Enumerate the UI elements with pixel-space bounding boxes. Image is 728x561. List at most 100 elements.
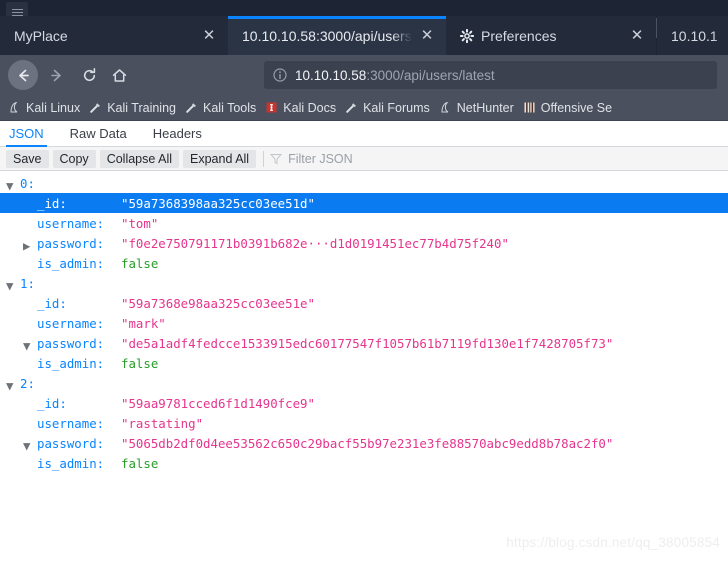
expand-toggle-icon [23, 418, 33, 428]
json-key: _id: [37, 195, 67, 211]
tab-close-icon[interactable]: ✕ [626, 25, 648, 47]
expand-toggle-icon[interactable]: ▼ [6, 278, 16, 293]
url-bar[interactable]: 10.10.10.58:3000/api/users/latest [264, 61, 717, 89]
copy-button[interactable]: Copy [52, 149, 96, 168]
expand-toggle-icon[interactable]: ▼ [23, 438, 33, 453]
json-array-index-row[interactable]: ▼ 2: [0, 373, 728, 394]
json-field-row[interactable]: is_admin: false [0, 453, 728, 473]
url-host: 10.10.10.58 [295, 67, 367, 83]
bookmark-label: Offensive Se [540, 100, 613, 115]
bookmark-item-4[interactable]: Kali Forums [343, 101, 437, 115]
json-value: "5065db2df0d4ee53562c650c29bacf55b97e231… [121, 435, 614, 451]
json-field-row[interactable]: _id: "59a7368398aa325cc03ee51d" [0, 193, 728, 213]
bookmark-label: Kali Training [107, 100, 176, 115]
bookmark-item-3[interactable]: Kali Docs [263, 101, 343, 115]
json-key: username: [37, 215, 105, 231]
json-content: ▼ 0: _id: "59a7368398aa325cc03ee51d" usernam… [0, 171, 728, 473]
expand-toggle-icon[interactable]: ▶ [23, 238, 33, 253]
json-array-index-row[interactable]: ▼ 1: [0, 273, 728, 294]
collapse-all-button[interactable]: Collapse All [99, 149, 180, 168]
json-tab-raw-data[interactable]: Raw Data [70, 121, 140, 147]
expand-toggle-icon[interactable]: ▼ [23, 338, 33, 353]
tab-strip: MyPlace ✕ 10.10.10.58:3000/api/users/✕ Pref… [0, 0, 728, 55]
bookmark-item-6[interactable]: Offensive Se [521, 101, 619, 115]
expand-toggle-icon [23, 398, 33, 408]
kali-dragon-icon [10, 101, 18, 113]
browser-tab-3[interactable]: 10.10.1 [657, 16, 728, 55]
json-viewer-toolbar: Save Copy Collapse All Expand All Filter… [0, 147, 728, 171]
wrench-icon [186, 103, 196, 113]
wrench-icon [346, 103, 357, 113]
json-value: "59aa9781cced6f1d1490fce9" [121, 395, 315, 411]
json-field-row[interactable]: username: "tom" [0, 213, 728, 233]
json-value: "f0e2e750791171b0391b682e···d1d0191451ec… [121, 235, 509, 251]
json-array-index-row[interactable]: ▼ 0: [0, 173, 728, 194]
json-field-row[interactable]: _id: "59aa9781cced6f1d1490fce9" [0, 393, 728, 413]
bookmarks-bar: Kali Linux Kali Training Kali Tools Kali Do… [0, 95, 728, 121]
json-viewer-tabs: JSON Raw Data Headers [0, 121, 728, 147]
offsec-icon [524, 102, 535, 113]
expand-toggle-icon [23, 298, 33, 308]
json-value: "rastating" [121, 415, 204, 431]
bookmark-item-2[interactable]: Kali Tools [183, 101, 263, 115]
tab-title: Preferences [481, 27, 557, 44]
json-field-row[interactable]: is_admin: false [0, 353, 728, 373]
json-index-label: 0: [20, 175, 35, 191]
browser-tab-2[interactable]: Preferences ✕ [446, 16, 656, 55]
tab-close-icon[interactable]: ✕ [416, 25, 438, 47]
bookmark-item-0[interactable]: Kali Linux [6, 101, 87, 115]
home-button[interactable] [104, 60, 134, 90]
bookmark-label: NetHunter [456, 100, 514, 115]
json-field-row[interactable]: ▶ password: "f0e2e750791171b0391b682e···d1… [0, 233, 728, 254]
arrow-left-icon [18, 69, 29, 81]
tab-close-icon[interactable]: ✕ [198, 25, 220, 47]
bookmark-item-5[interactable]: NetHunter [437, 101, 521, 115]
json-field-row[interactable]: is_admin: false [0, 253, 728, 273]
tab-list: MyPlace ✕ 10.10.10.58:3000/api/users/✕ Pref… [0, 0, 728, 55]
json-index-label: 2: [20, 375, 35, 391]
expand-toggle-icon [23, 318, 33, 328]
filter-json-input[interactable]: Filter JSON [270, 152, 353, 166]
json-value: "mark" [121, 315, 166, 331]
browser-tab-0[interactable]: MyPlace ✕ [0, 16, 228, 55]
json-key: is_admin: [37, 255, 105, 271]
reload-button[interactable] [74, 60, 104, 90]
arrow-right-icon [50, 69, 61, 81]
json-value: false [121, 255, 159, 271]
json-key: password: [37, 335, 105, 351]
expand-toggle-icon [23, 458, 33, 468]
expand-toggle-icon [23, 258, 33, 268]
kali-dragon-icon [441, 101, 449, 113]
expand-all-button[interactable]: Expand All [183, 149, 257, 168]
json-tab-headers[interactable]: Headers [153, 121, 215, 147]
json-key: password: [37, 435, 105, 451]
navigation-toolbar: 10.10.10.58:3000/api/users/latest [0, 55, 728, 95]
expand-toggle-icon [23, 358, 33, 368]
reload-icon [83, 67, 95, 81]
json-value: "59a7368398aa325cc03ee51d" [121, 195, 315, 211]
json-field-row[interactable]: ▼ password: "de5a1adf4fedcce1533915edc6017… [0, 333, 728, 354]
tab-title: 10.10.1 [671, 27, 718, 44]
info-circle-icon[interactable] [273, 68, 287, 82]
json-field-row[interactable]: _id: "59a7368e98aa325cc03ee51e" [0, 293, 728, 313]
forward-button[interactable] [41, 60, 71, 90]
expand-toggle-icon [23, 198, 33, 208]
json-field-row[interactable]: ▼ password: "5065db2df0d4ee53562c650c29bac… [0, 433, 728, 454]
bookmark-item-1[interactable]: Kali Training [87, 101, 183, 115]
browser-tab-1[interactable]: 10.10.10.58:3000/api/users/✕ [228, 16, 446, 55]
json-field-row[interactable]: username: "rastating" [0, 413, 728, 433]
expand-toggle-icon[interactable]: ▼ [6, 378, 16, 393]
json-viewer: JSON Raw Data Headers Save Copy Collapse A… [0, 121, 728, 561]
bookmark-label: Kali Linux [26, 100, 81, 115]
expand-toggle-icon[interactable]: ▼ [6, 178, 16, 193]
browser-window: MyPlace ✕ 10.10.10.58:3000/api/users/✕ Pref… [0, 0, 728, 561]
json-tab-json[interactable]: JSON [6, 121, 57, 147]
bookmark-label: Kali Tools [203, 100, 257, 115]
json-key: is_admin: [37, 455, 105, 471]
gear-icon [460, 28, 474, 43]
save-button[interactable]: Save [6, 149, 49, 168]
json-field-row[interactable]: username: "mark" [0, 313, 728, 333]
back-button[interactable] [8, 60, 38, 90]
json-key: is_admin: [37, 355, 105, 371]
json-value: false [121, 355, 159, 371]
